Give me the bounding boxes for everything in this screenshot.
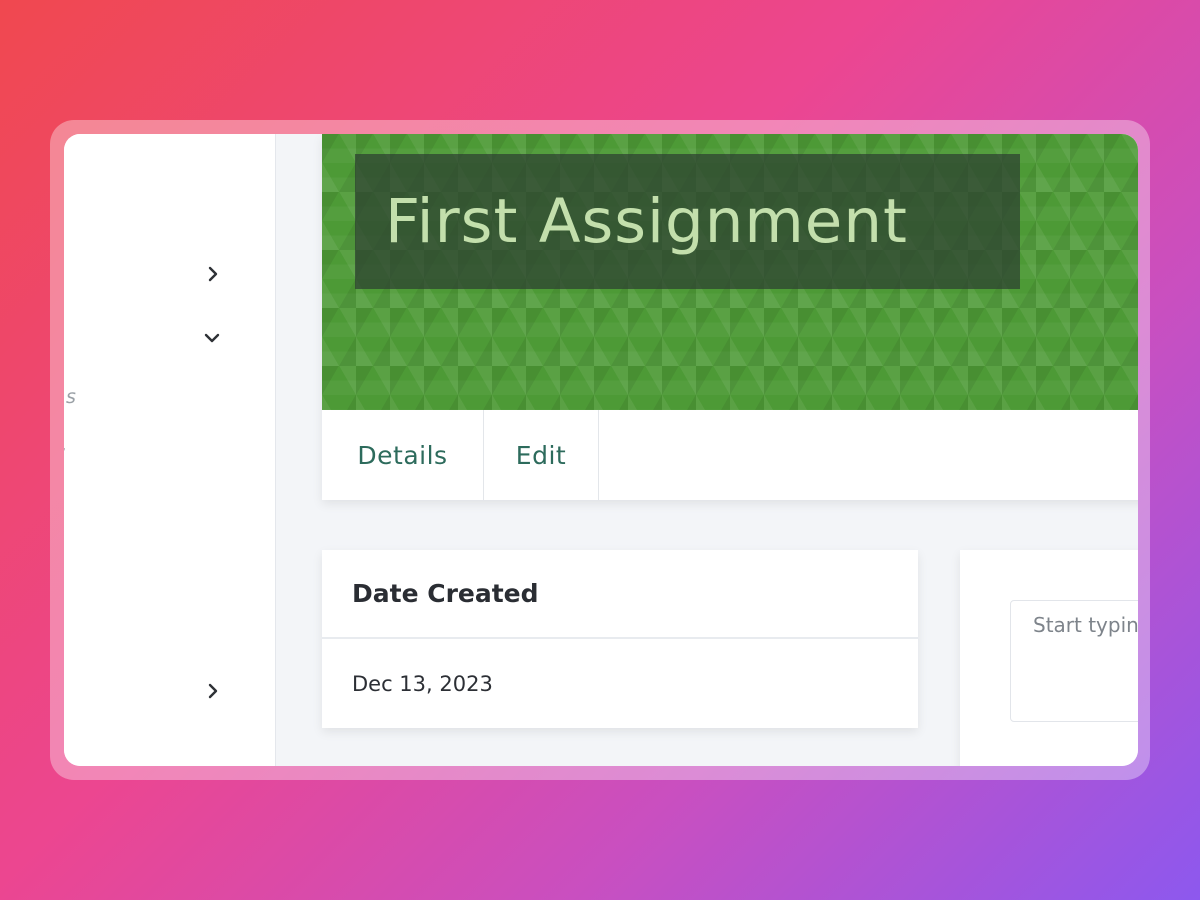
date-created-card: Date Created Dec 13, 2023 bbox=[322, 550, 918, 728]
sidebar-item-label[interactable]: s bbox=[66, 387, 76, 407]
title-overlay: First Assignment bbox=[355, 154, 1020, 289]
comment-input[interactable] bbox=[1010, 600, 1138, 722]
tab-details[interactable]: Details bbox=[322, 410, 483, 500]
assignment-title: First Assignment bbox=[385, 186, 908, 257]
tab-edit[interactable]: Edit bbox=[483, 410, 599, 500]
sidebar-item-label[interactable]: : bbox=[64, 442, 66, 462]
assignment-banner: First Assignment bbox=[322, 134, 1138, 410]
date-created-value: Dec 13, 2023 bbox=[352, 671, 493, 696]
chevron-down-icon[interactable] bbox=[203, 332, 221, 344]
assignment-header-card: First Assignment Details Edit bbox=[322, 134, 1138, 500]
tab-bar: Details Edit bbox=[322, 410, 1138, 500]
card-heading: Date Created bbox=[352, 579, 539, 608]
comment-card bbox=[960, 550, 1138, 766]
card-header: Date Created bbox=[322, 550, 918, 639]
card-body: Dec 13, 2023 bbox=[322, 639, 918, 728]
sidebar: s : bbox=[64, 134, 276, 766]
chevron-right-icon[interactable] bbox=[207, 682, 219, 700]
app-window: s : First Assignment Details Edit Date C… bbox=[64, 134, 1138, 766]
chevron-right-icon[interactable] bbox=[207, 265, 219, 283]
